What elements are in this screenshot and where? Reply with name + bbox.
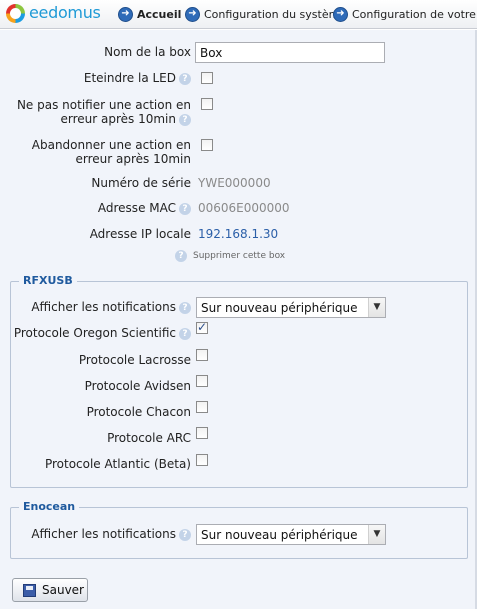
breadcrumb-configuration-box[interactable]: ➜ Configuration de votre box bbox=[333, 5, 477, 23]
notify-label: Ne pas notifier une action en erreur apr… bbox=[16, 98, 191, 126]
help-icon[interactable]: ? bbox=[179, 327, 191, 340]
enocean-legend: Enocean bbox=[19, 500, 80, 513]
mac-value: 00606E000000 bbox=[198, 201, 290, 215]
save-button[interactable]: Sauver bbox=[12, 578, 88, 602]
floppy-disk-icon bbox=[23, 583, 36, 597]
help-icon: ? bbox=[175, 250, 187, 262]
help-icon[interactable]: ? bbox=[179, 301, 191, 314]
protocol-chacon-label: Protocole Chacon bbox=[86, 405, 191, 419]
arrow-circle-icon: ➜ bbox=[333, 6, 348, 22]
protocol-arc-checkbox[interactable] bbox=[196, 427, 208, 439]
protocol-avidsen-checkbox[interactable] bbox=[196, 375, 208, 387]
serial-value: YWE000000 bbox=[198, 176, 271, 190]
notify-checkbox[interactable] bbox=[201, 98, 213, 110]
enocean-notifications-label: Afficher les notifications? bbox=[31, 527, 191, 541]
help-icon[interactable]: ? bbox=[179, 113, 191, 126]
protocol-chacon-checkbox[interactable] bbox=[196, 401, 208, 413]
delete-box-link[interactable]: ? Supprimer cette box bbox=[175, 250, 285, 262]
protocol-avidsen-label: Protocole Avidsen bbox=[84, 379, 191, 393]
arrow-circle-icon: ➜ bbox=[185, 6, 200, 22]
protocol-lacrosse-label: Protocole Lacrosse bbox=[78, 353, 191, 367]
ip-label: Adresse IP locale bbox=[89, 227, 191, 241]
help-icon[interactable]: ? bbox=[179, 528, 191, 541]
mac-label: Adresse MAC? bbox=[98, 201, 191, 215]
abandon-checkbox[interactable] bbox=[201, 139, 213, 151]
ip-value[interactable]: 192.168.1.30 bbox=[198, 227, 278, 241]
top-bar: eedomus ➜ Accueil ➜ Configuration du sys… bbox=[0, 0, 477, 29]
arrow-circle-icon: ➜ bbox=[118, 6, 133, 22]
breadcrumb-configuration-systeme[interactable]: ➜ Configuration du système bbox=[185, 5, 346, 23]
help-icon[interactable]: ? bbox=[179, 72, 191, 85]
protocol-atlantic-label: Protocole Atlantic (Beta) bbox=[44, 457, 191, 471]
enocean-notifications-select[interactable]: Sur nouveau périphérique ▼ bbox=[196, 524, 386, 545]
protocol-oregon-label: Protocole Oregon Scientific? bbox=[14, 326, 191, 340]
abandon-label: Abandonner une action en erreur après 10… bbox=[31, 138, 191, 166]
chevron-down-icon[interactable]: ▼ bbox=[368, 298, 385, 317]
breadcrumb-accueil[interactable]: ➜ Accueil bbox=[118, 5, 181, 23]
eedomus-logo-icon[interactable] bbox=[6, 4, 25, 23]
box-name-input[interactable] bbox=[195, 42, 385, 63]
rfxusb-notifications-select[interactable]: Sur nouveau périphérique ▼ bbox=[196, 297, 386, 318]
serial-label: Numéro de série bbox=[91, 176, 191, 190]
led-checkbox[interactable] bbox=[201, 72, 213, 84]
rfxusb-notifications-label: Afficher les notifications? bbox=[31, 300, 191, 314]
box-name-label: Nom de la box bbox=[104, 45, 191, 59]
protocol-atlantic-checkbox[interactable] bbox=[196, 454, 208, 466]
protocol-oregon-checkbox[interactable] bbox=[196, 320, 208, 334]
protocol-lacrosse-checkbox[interactable] bbox=[196, 349, 208, 361]
chevron-down-icon[interactable]: ▼ bbox=[368, 525, 385, 544]
led-label: Eteindre la LED? bbox=[84, 71, 191, 85]
logo-text[interactable]: eedomus bbox=[29, 3, 101, 22]
protocol-arc-label: Protocole ARC bbox=[107, 431, 191, 445]
rfxusb-legend: RFXUSB bbox=[19, 274, 77, 287]
help-icon[interactable]: ? bbox=[179, 202, 191, 215]
